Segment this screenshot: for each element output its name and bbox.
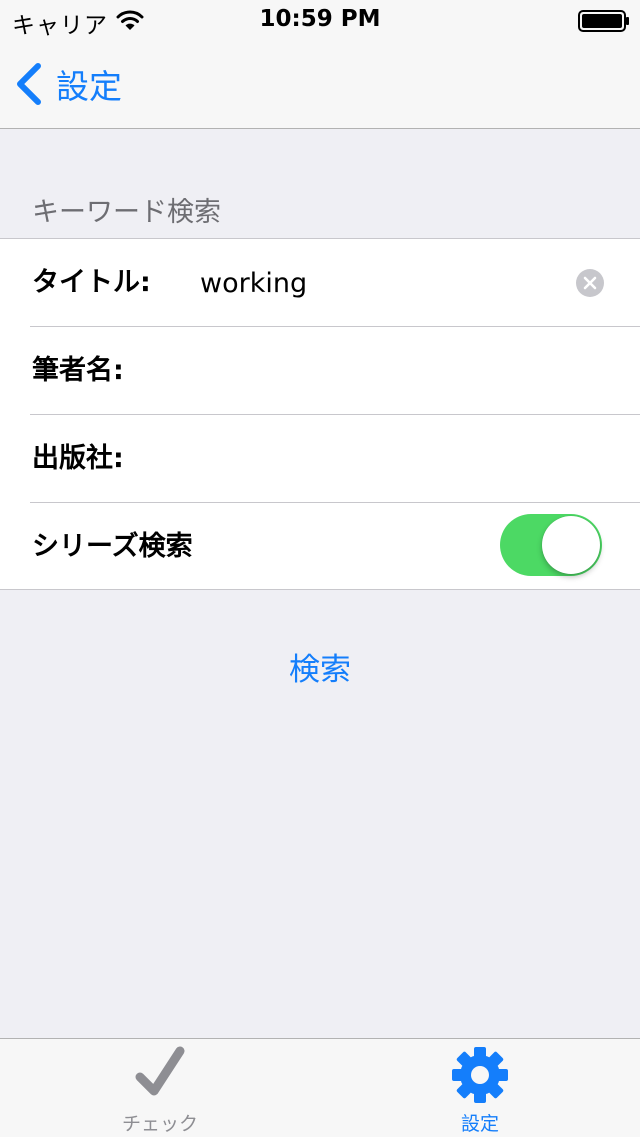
publisher-label: 出版社: xyxy=(32,443,124,474)
checkmark-icon xyxy=(135,1046,185,1096)
author-input[interactable] xyxy=(200,347,560,395)
back-button[interactable]: 設定 xyxy=(14,60,122,108)
search-button[interactable]: 検索 xyxy=(220,642,420,698)
back-button-label: 設定 xyxy=(56,67,122,106)
author-row: 筆者名: xyxy=(0,327,640,415)
tab-settings-label: 設定 xyxy=(460,1113,499,1135)
gear-icon xyxy=(452,1047,508,1103)
title-row: タイトル: xyxy=(0,239,640,327)
navigation-bar: 設定 xyxy=(0,40,640,129)
status-time: 10:59 PM xyxy=(259,6,381,32)
publisher-row: 出版社: xyxy=(0,415,640,503)
chevron-left-icon xyxy=(17,63,41,105)
screen: キャリア 10:59 PM 設定 キーワード検索 タイトル: working 筆… xyxy=(0,0,640,1137)
title-input[interactable] xyxy=(200,259,560,307)
tab-settings[interactable]: 設定 xyxy=(320,1039,640,1137)
keyword-search-group: タイトル: 筆者名: 出版社: シリーズ検索 xyxy=(0,238,640,590)
series-search-row: シリーズ検索 xyxy=(0,503,640,591)
clear-text-icon[interactable] xyxy=(576,269,604,297)
tab-check-label: チェック xyxy=(121,1113,198,1135)
tab-check[interactable]: チェック xyxy=(0,1039,320,1137)
author-label: 筆者名: xyxy=(32,355,124,386)
series-search-toggle[interactable] xyxy=(500,514,602,576)
title-label: タイトル: xyxy=(32,267,151,298)
publisher-input[interactable] xyxy=(200,435,560,483)
tab-bar: チェック 設定 xyxy=(0,1038,640,1137)
battery-icon xyxy=(578,10,629,32)
series-search-label: シリーズ検索 xyxy=(32,531,193,562)
status-bar: キャリア 10:59 PM xyxy=(0,0,640,40)
toggle-knob xyxy=(542,516,600,574)
section-header: キーワード検索 xyxy=(32,197,221,228)
